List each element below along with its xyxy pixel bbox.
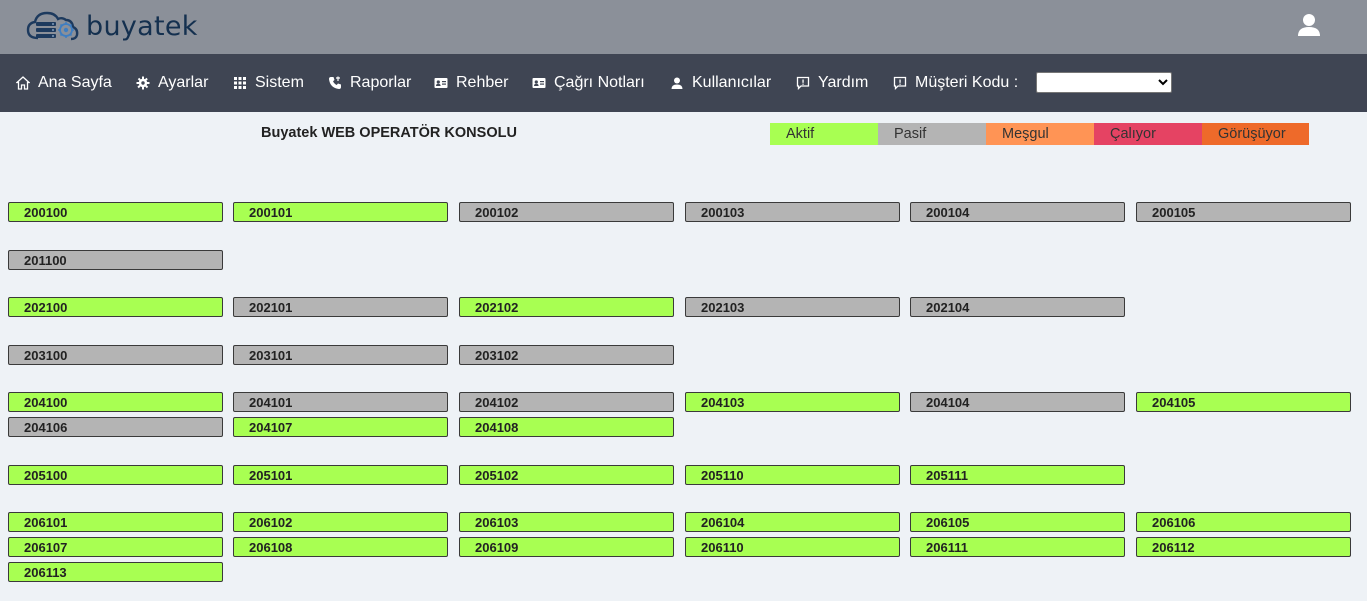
- home-icon: [16, 76, 30, 90]
- extension-button-206106[interactable]: 206106: [1136, 512, 1351, 532]
- extension-button-204105[interactable]: 204105: [1136, 392, 1351, 412]
- nav-label: Ana Sayfa: [38, 74, 112, 91]
- extension-button-201100[interactable]: 201100: [8, 250, 223, 270]
- legend-label: Çalıyor: [1110, 126, 1156, 142]
- extension-button-206102[interactable]: 206102: [233, 512, 448, 532]
- nav-sistem[interactable]: Sistem: [233, 54, 304, 112]
- extension-button-206113[interactable]: 206113: [8, 562, 223, 582]
- extension-button-200105[interactable]: 200105: [1136, 202, 1351, 222]
- extension-button-206112[interactable]: 206112: [1136, 537, 1351, 557]
- extension-button-205100[interactable]: 205100: [8, 465, 223, 485]
- extension-button-202100[interactable]: 202100: [8, 297, 223, 317]
- extension-button-202103[interactable]: 202103: [685, 297, 900, 317]
- legend-aktif: Aktif: [770, 123, 878, 145]
- extension-button-206110[interactable]: 206110: [685, 537, 900, 557]
- extension-button-202102[interactable]: 202102: [459, 297, 674, 317]
- extension-button-200104[interactable]: 200104: [910, 202, 1125, 222]
- legend-label: Pasif: [894, 126, 927, 142]
- user-icon: [671, 77, 683, 89]
- legend-caliyor: Çalıyor: [1094, 123, 1202, 145]
- extension-button-205101[interactable]: 205101: [233, 465, 448, 485]
- extension-button-205111[interactable]: 205111: [910, 465, 1125, 485]
- extension-button-206109[interactable]: 206109: [459, 537, 674, 557]
- extension-button-206105[interactable]: 206105: [910, 512, 1125, 532]
- extension-button-204101[interactable]: 204101: [233, 392, 448, 412]
- extension-button-200103[interactable]: 200103: [685, 202, 900, 222]
- nav-kullanicilar[interactable]: Kullanıcılar: [670, 54, 771, 112]
- extension-button-204104[interactable]: 204104: [910, 392, 1125, 412]
- extension-button-206108[interactable]: 206108: [233, 537, 448, 557]
- notes-card-icon: [532, 78, 546, 88]
- extension-button-200102[interactable]: 200102: [459, 202, 674, 222]
- nav-ayarlar[interactable]: Ayarlar: [136, 54, 208, 112]
- nav-label: Müşteri Kodu :: [915, 74, 1019, 91]
- grid-icon: [234, 77, 246, 89]
- extension-button-203100[interactable]: 203100: [8, 345, 223, 365]
- extension-button-204107[interactable]: 204107: [233, 417, 448, 437]
- nav-cagri-notlari[interactable]: Çağrı Notları: [532, 54, 645, 112]
- help-bubble-icon: [893, 76, 907, 90]
- phone-icon: [329, 76, 341, 89]
- cloud-server-logo-icon: [26, 11, 79, 41]
- extension-button-206103[interactable]: 206103: [459, 512, 674, 532]
- nav-ana-sayfa[interactable]: Ana Sayfa: [16, 54, 112, 112]
- extension-button-206104[interactable]: 206104: [685, 512, 900, 532]
- nav-rehber[interactable]: Rehber: [434, 54, 508, 112]
- nav-label: Rehber: [456, 74, 509, 91]
- top-bar: buyatek: [0, 0, 1367, 54]
- legend-gorusuyor: Görüşüyor: [1202, 123, 1309, 145]
- nav-label: Sistem: [255, 74, 304, 91]
- status-legend: Aktif Pasif Meşgul Çalıyor Görüşüyor: [770, 123, 1309, 145]
- nav-label: Çağrı Notları: [554, 74, 645, 91]
- extension-button-204100[interactable]: 204100: [8, 392, 223, 412]
- extension-button-206101[interactable]: 206101: [8, 512, 223, 532]
- legend-mesgul: Meşgul: [986, 123, 1094, 145]
- logo[interactable]: buyatek: [24, 8, 198, 44]
- nav-musteri-kodu: Müşteri Kodu :: [893, 54, 1018, 112]
- nav-raporlar[interactable]: Raporlar: [328, 54, 411, 112]
- help-bubble-icon: [796, 76, 810, 90]
- extension-button-200100[interactable]: 200100: [8, 202, 223, 222]
- extension-button-204103[interactable]: 204103: [685, 392, 900, 412]
- nav-yardim[interactable]: Yardım: [796, 54, 868, 112]
- extension-button-202101[interactable]: 202101: [233, 297, 448, 317]
- legend-pasif: Pasif: [878, 123, 986, 145]
- legend-label: Aktif: [786, 126, 815, 142]
- nav-label: Ayarlar: [158, 74, 209, 91]
- extension-button-206111[interactable]: 206111: [910, 537, 1125, 557]
- extension-button-205110[interactable]: 205110: [685, 465, 900, 485]
- extension-button-200101[interactable]: 200101: [233, 202, 448, 222]
- nav-label: Kullanıcılar: [692, 74, 772, 91]
- legend-label: Meşgul: [1002, 126, 1049, 142]
- nav-label: Raporlar: [350, 74, 412, 91]
- extension-button-203101[interactable]: 203101: [233, 345, 448, 365]
- legend-label: Görüşüyor: [1218, 126, 1286, 142]
- extension-button-204102[interactable]: 204102: [459, 392, 674, 412]
- user-account-icon[interactable]: [1296, 12, 1322, 38]
- extension-button-202104[interactable]: 202104: [910, 297, 1125, 317]
- extension-button-203102[interactable]: 203102: [459, 345, 674, 365]
- extension-button-204106[interactable]: 204106: [8, 417, 223, 437]
- customer-code-select[interactable]: [1036, 72, 1172, 93]
- extension-button-206107[interactable]: 206107: [8, 537, 223, 557]
- extension-button-205102[interactable]: 205102: [459, 465, 674, 485]
- brand-name: buyatek: [86, 10, 198, 42]
- nav-label: Yardım: [818, 74, 869, 91]
- gear-icon: [136, 76, 150, 90]
- contact-card-icon: [434, 78, 448, 88]
- page-title: Buyatek WEB OPERATÖR KONSOLU: [261, 125, 517, 141]
- extension-button-204108[interactable]: 204108: [459, 417, 674, 437]
